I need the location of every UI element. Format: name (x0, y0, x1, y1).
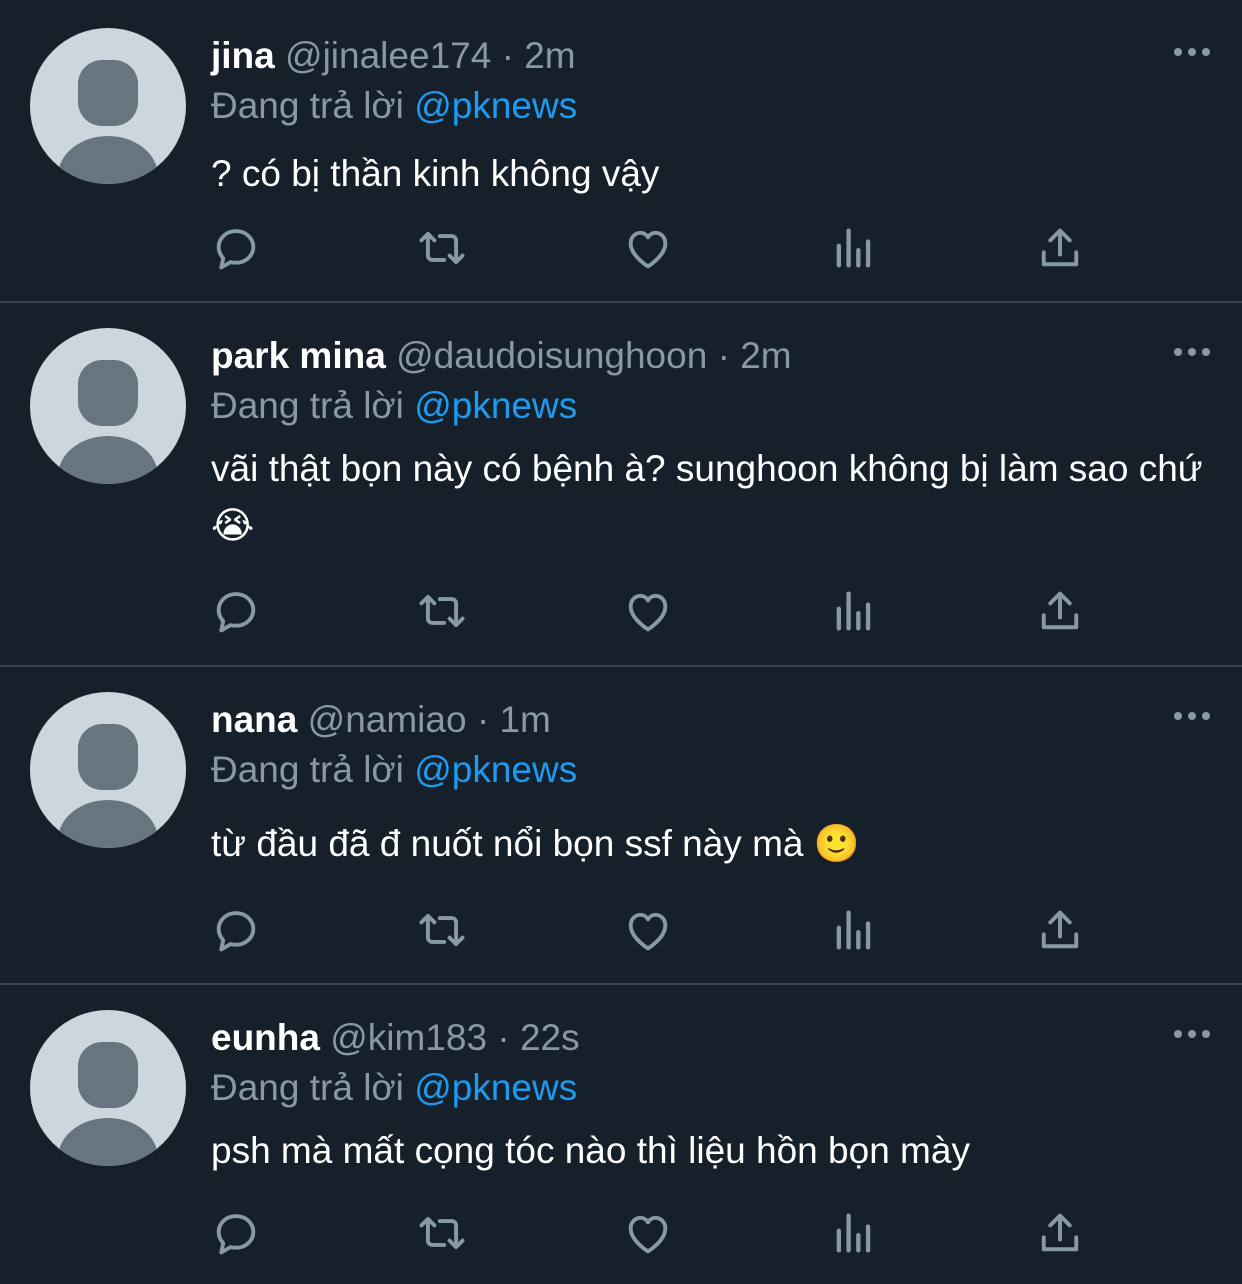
avatar[interactable] (30, 328, 186, 484)
like-icon[interactable] (622, 1207, 682, 1267)
share-icon[interactable] (1034, 222, 1094, 282)
tweet-header: jina @jinalee174 · 2m (211, 34, 576, 78)
display-name[interactable]: eunha (211, 1017, 320, 1058)
tweet-header: park mina @daudoisunghoon · 2m (211, 334, 792, 378)
tweet-text: vãi thật bọn này có bệnh à? sunghoon khô… (211, 448, 1203, 546)
analytics-icon[interactable] (828, 904, 888, 964)
retweet-icon[interactable] (416, 904, 476, 964)
separator-dot: · (476, 699, 490, 740)
like-icon[interactable] (622, 904, 682, 964)
separator-dot: · (717, 335, 730, 376)
like-icon[interactable] (622, 585, 682, 645)
analytics-icon[interactable] (828, 222, 888, 282)
timestamp[interactable]: 22s (520, 1017, 580, 1058)
separator-dot: · (501, 35, 514, 76)
replying-to: Đang trả lời @pknews (211, 1066, 577, 1110)
display-name[interactable]: nana (211, 699, 297, 740)
action-bar (0, 1207, 1242, 1267)
action-bar (0, 904, 1242, 964)
like-icon[interactable] (622, 222, 682, 282)
replying-to: Đang trả lời @pknews (211, 384, 577, 428)
reply-icon[interactable] (210, 1207, 270, 1267)
action-bar (0, 222, 1242, 282)
retweet-icon[interactable] (416, 585, 476, 645)
more-icon[interactable] (1172, 1022, 1212, 1046)
mention-link[interactable]: @pknews (414, 385, 577, 426)
display-name[interactable]: park mina (211, 335, 386, 376)
tweet[interactable]: nana @namiao · 1m Đang trả lời @pknews t… (0, 667, 1242, 985)
share-icon[interactable] (1034, 904, 1094, 964)
more-icon[interactable] (1172, 704, 1212, 728)
retweet-icon[interactable] (416, 222, 476, 282)
analytics-icon[interactable] (828, 585, 888, 645)
user-handle[interactable]: @daudoisunghoon (396, 335, 707, 376)
user-handle[interactable]: @namiao (308, 699, 467, 740)
tweet-text: ? có bị thần kinh không vậy (211, 153, 660, 194)
avatar[interactable] (30, 692, 186, 848)
replying-to-label: Đang trả lời (211, 1067, 404, 1108)
tweet-header: eunha @kim183 · 22s (211, 1016, 580, 1060)
replying-to-label: Đang trả lời (211, 385, 404, 426)
tweet-text: psh mà mất cọng tóc nào thì liệu hồn bọn… (211, 1130, 970, 1171)
tweet-text: từ đầu đã đ nuốt nổi bọn ssf này mà 🙂 (211, 823, 860, 864)
tweet[interactable]: jina @jinalee174 · 2m Đang trả lời @pkne… (0, 0, 1242, 303)
tweet[interactable]: eunha @kim183 · 22s Đang trả lời @pknews… (0, 985, 1242, 1284)
user-handle[interactable]: @kim183 (330, 1017, 487, 1058)
mention-link[interactable]: @pknews (414, 749, 577, 790)
reply-icon[interactable] (210, 222, 270, 282)
timestamp[interactable]: 2m (524, 35, 575, 76)
more-icon[interactable] (1172, 340, 1212, 364)
analytics-icon[interactable] (828, 1207, 888, 1267)
replying-to-label: Đang trả lời (211, 749, 404, 790)
separator-dot: · (497, 1017, 510, 1058)
reply-icon[interactable] (210, 585, 270, 645)
user-handle[interactable]: @jinalee174 (285, 35, 491, 76)
reply-icon[interactable] (210, 904, 270, 964)
retweet-icon[interactable] (416, 1207, 476, 1267)
more-icon[interactable] (1172, 40, 1212, 64)
share-icon[interactable] (1034, 585, 1094, 645)
share-icon[interactable] (1034, 1207, 1094, 1267)
timestamp[interactable]: 1m (499, 699, 550, 740)
mention-link[interactable]: @pknews (414, 1067, 577, 1108)
avatar[interactable] (30, 28, 186, 184)
mention-link[interactable]: @pknews (414, 85, 577, 126)
replying-to: Đang trả lời @pknews (211, 748, 577, 792)
avatar[interactable] (30, 1010, 186, 1166)
display-name[interactable]: jina (211, 35, 275, 76)
replying-to-label: Đang trả lời (211, 85, 404, 126)
action-bar (0, 585, 1242, 645)
replying-to: Đang trả lời @pknews (211, 84, 577, 128)
timestamp[interactable]: 2m (740, 335, 791, 376)
tweet-header: nana @namiao · 1m (211, 698, 551, 742)
tweet[interactable]: park mina @daudoisunghoon · 2m Đang trả … (0, 303, 1242, 667)
